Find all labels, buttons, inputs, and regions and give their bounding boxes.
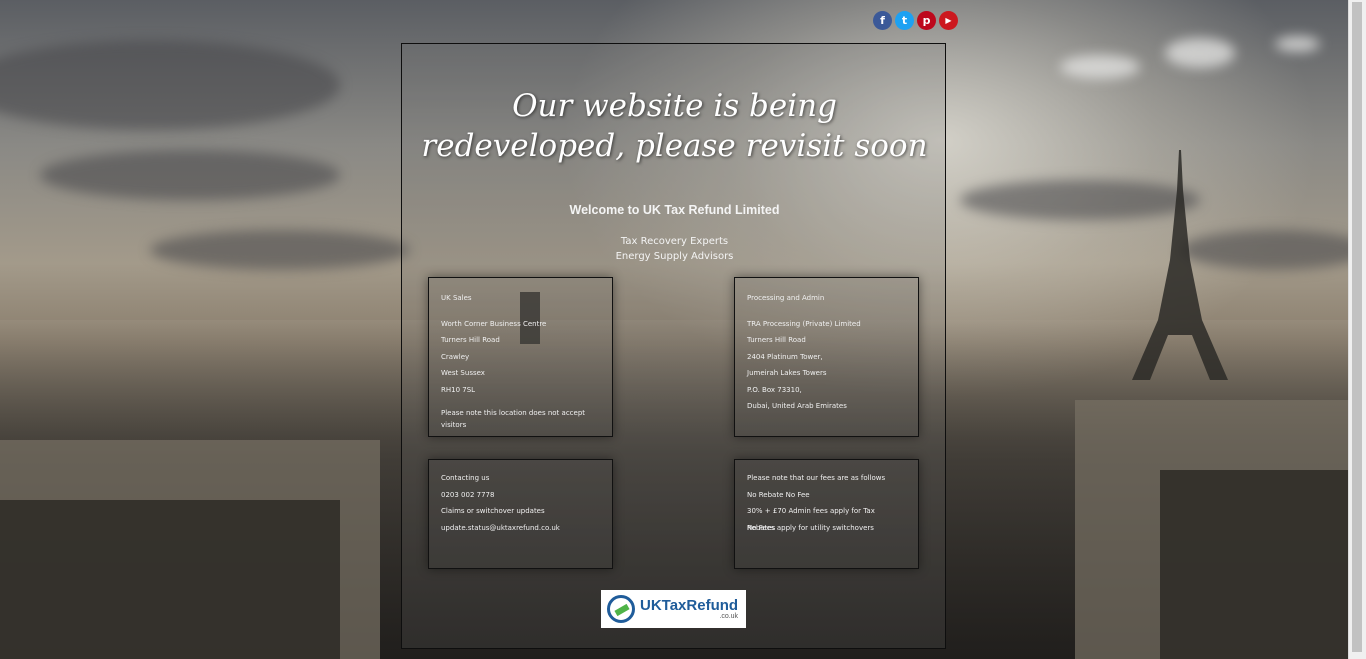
fees-line: No Fees apply for utility switchovers (747, 523, 874, 532)
pinterest-icon[interactable]: p (917, 11, 936, 30)
address-line: Jumeirah Lakes Towers (747, 369, 827, 377)
cloud (1060, 55, 1140, 79)
address-line: Worth Corner Business Centre (441, 319, 547, 328)
page-background: f t p ▶ Our website is being redeveloped… (0, 0, 1366, 659)
processing-title: Processing and Admin (747, 294, 825, 302)
logo-brand-text: UKTaxRefund (640, 596, 739, 614)
tagline-tax: Tax Recovery Experts (620, 236, 729, 247)
address-line: RH10 7SL (441, 385, 476, 394)
tagline-energy: Energy Supply Advisors (615, 251, 734, 262)
address-line: Crawley (441, 352, 470, 361)
uk-sales-box: UK Sales Worth Corner Business Centre Tu… (428, 277, 613, 437)
fees-line: 30% + £70 Admin fees apply for Tax Rebat… (747, 507, 875, 532)
claims-updates-label: Claims or switchover updates (441, 507, 545, 515)
social-links: f t p ▶ (873, 11, 958, 30)
cloud (150, 230, 410, 270)
vertical-scrollbar[interactable] (1348, 0, 1366, 659)
address-line: Turners Hill Road (441, 336, 500, 344)
cloud (0, 40, 340, 130)
youtube-icon[interactable]: ▶ (939, 11, 958, 30)
address-line: 2404 Platinum Tower, (747, 352, 823, 361)
building (1160, 470, 1366, 659)
cloud (40, 150, 340, 200)
eiffel-tower-image (1132, 150, 1228, 380)
uk-sales-title: UK Sales (441, 294, 472, 302)
logo-suffix: .co.uk (719, 612, 739, 620)
address-line: Dubai, United Arab Emirates (747, 402, 847, 410)
logo-globe-icon (607, 595, 635, 623)
welcome-text: Welcome to UK Tax Refund Limited (569, 203, 780, 217)
scrollbar-thumb[interactable] (1352, 2, 1362, 652)
contact-title: Contacting us (441, 474, 490, 482)
uk-tax-refund-logo[interactable]: UKTaxRefund .co.uk (601, 590, 746, 628)
twitter-icon[interactable]: t (895, 11, 914, 30)
address-line: West Sussex (441, 369, 485, 377)
contact-box: Contacting us 0203 002 7778 Claims or sw… (428, 459, 613, 569)
cloud (1275, 36, 1320, 52)
address-line: P.O. Box 73310, (747, 385, 802, 394)
building (0, 500, 340, 659)
email-link[interactable]: update.status@uktaxrefund.co.uk (441, 520, 612, 537)
fees-box: Please note that our fees are as follows… (734, 459, 919, 569)
phone-number[interactable]: 0203 002 7778 (441, 487, 612, 504)
cloud (1165, 38, 1235, 68)
visitors-note: Please note this location does not accep… (441, 409, 586, 429)
page-headline: Our website is being redeveloped, please… (421, 88, 928, 164)
fees-line: No Rebate No Fee (747, 490, 810, 499)
fees-title: Please note that our fees are as follows (747, 474, 886, 482)
facebook-icon[interactable]: f (873, 11, 892, 30)
address-line: TRA Processing (Private) Limited (747, 319, 861, 328)
processing-admin-box: Processing and Admin TRA Processing (Pri… (734, 277, 919, 437)
address-line: Turners Hill Road (747, 336, 806, 344)
